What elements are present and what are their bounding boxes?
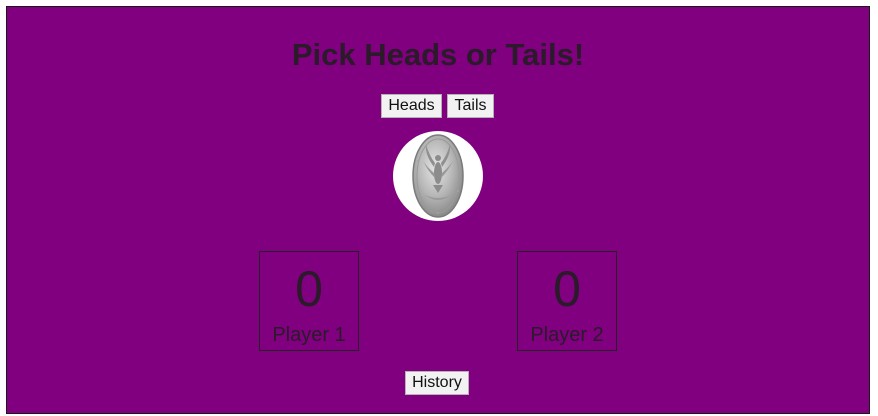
game-panel: Pick Heads or Tails! Heads Tails 0 Playe… [6, 6, 870, 414]
player-1-score-card: 0 Player 1 [259, 251, 359, 351]
coin-eagle-icon [412, 134, 464, 218]
heads-button[interactable]: Heads [381, 94, 442, 118]
coin-image [393, 131, 483, 221]
player-1-label: Player 1 [272, 324, 346, 346]
tails-button[interactable]: Tails [447, 94, 494, 118]
player-1-score: 0 [295, 261, 323, 317]
page-title: Pick Heads or Tails! [291, 37, 585, 72]
player-2-score: 0 [553, 261, 581, 317]
history-button[interactable]: History [405, 371, 469, 395]
player-2-label: Player 2 [530, 324, 604, 346]
player-2-score-card: 0 Player 2 [517, 251, 617, 351]
